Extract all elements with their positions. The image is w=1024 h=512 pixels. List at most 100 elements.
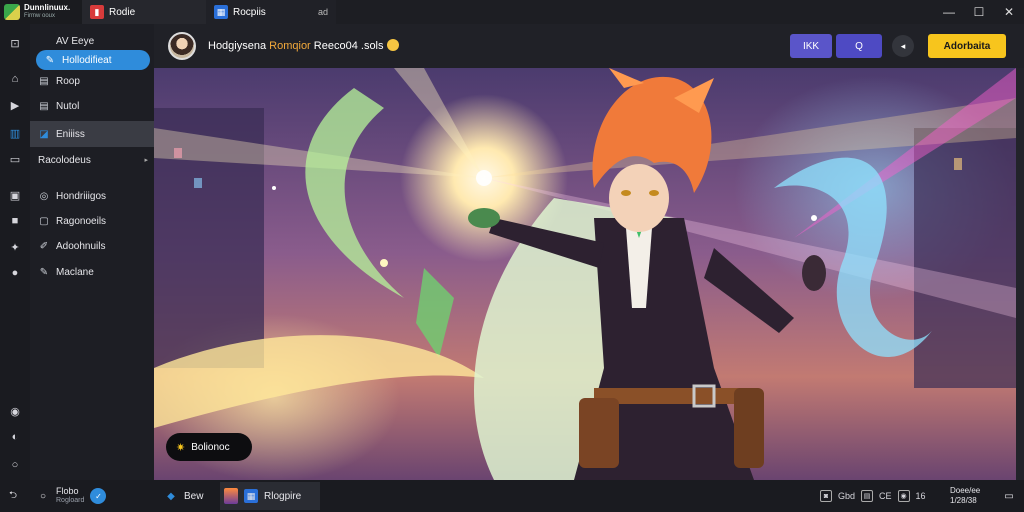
taskbar-app-rlogpire[interactable]: ▦ Rlogpire bbox=[220, 482, 320, 510]
sidebar-item-roop[interactable]: ▤ Roop bbox=[30, 70, 154, 92]
taskbar-user-name: Flobo bbox=[56, 486, 79, 496]
sidebar-item-maclane[interactable]: ✎ Maclane bbox=[30, 261, 154, 283]
user-status: Reeco04 .sols bbox=[313, 40, 384, 52]
username[interactable]: Hodgiysena bbox=[208, 40, 266, 52]
taskbar: ⮌ ○ Flobo Rogloard ✓ ◆ Bew ▦ Rlogpire ◙ … bbox=[0, 480, 1024, 512]
gamepad-icon[interactable]: ◉ bbox=[8, 404, 22, 418]
app-window: Dunnlinuux. Firmw ooux ▮ Rodie ▦ Rocpiis… bbox=[0, 0, 1024, 512]
discord-icon[interactable]: ◐ bbox=[8, 430, 22, 444]
clock-time: Doee/ee bbox=[950, 486, 981, 495]
sidebar-item-racolodeus[interactable]: Racolodeus ▸ bbox=[30, 149, 154, 171]
icon-rail: ⊡ ⌂ ▶ ▥ ▭ ▣ ■ ✦ ● ◉ ◐ ○ bbox=[0, 24, 30, 480]
title-bar: Dunnlinuux. Firmw ooux ▮ Rodie ▦ Rocpiis… bbox=[0, 0, 1024, 24]
taskbar-user-sub: Rogloard bbox=[56, 497, 85, 504]
user-tag: Romqior bbox=[269, 40, 311, 52]
play-icon: ▤ bbox=[39, 100, 49, 112]
lock-icon[interactable]: ■ bbox=[8, 214, 22, 228]
taskbar-app-label: Rlogpire bbox=[264, 490, 302, 502]
screen-icon[interactable]: ⊡ bbox=[8, 36, 22, 50]
taskbar-user[interactable]: ○ Flobo Rogloard ✓ bbox=[36, 480, 107, 512]
back-circle-button[interactable]: ◂ bbox=[892, 35, 914, 57]
taskbar-app-bew[interactable]: ◆ Bew bbox=[164, 480, 203, 512]
brand-title: Dunnlinuux. Firmw ooux bbox=[24, 4, 70, 20]
sidebar: AV Eeye ✎ Hollodifieat ▤ Roop ▤ Nutol ◪ … bbox=[30, 24, 154, 480]
pen-icon: ✐ bbox=[39, 240, 49, 252]
sidebar-item-label: Maclane bbox=[56, 266, 94, 278]
play-icon[interactable]: ▶ bbox=[8, 98, 22, 112]
tab-label: Rocpiis bbox=[233, 6, 266, 18]
close-icon[interactable]: ✕ bbox=[994, 0, 1024, 24]
taskbar-app-label: Bew bbox=[184, 490, 204, 502]
avatar[interactable] bbox=[168, 32, 196, 60]
sidebar-item-eniiiss[interactable]: ◪ Eniiiss bbox=[30, 121, 154, 147]
message-icon: ▢ bbox=[39, 215, 49, 227]
tab-label: Rodie bbox=[109, 6, 136, 18]
ai-icon bbox=[38, 35, 50, 47]
primary-cta-button[interactable]: Adorbaita bbox=[928, 34, 1006, 58]
blue-app-icon: ▦ bbox=[214, 5, 228, 19]
brand[interactable]: Dunnlinuux. Firmw ooux bbox=[0, 0, 82, 24]
chat-icon: ◎ bbox=[39, 190, 49, 202]
notification-icon[interactable]: ▭ bbox=[1002, 480, 1016, 512]
system-tray: ◙ Gbd ▤ CE ◉ 16 bbox=[820, 480, 926, 512]
scrollbar[interactable] bbox=[1016, 68, 1024, 480]
taskbar-user-text: Flobo Rogloard bbox=[56, 487, 84, 505]
chat-icon[interactable]: ▣ bbox=[8, 188, 22, 202]
pencil-icon: ✎ bbox=[39, 266, 49, 278]
sidebar-item-label: Eniiiss bbox=[56, 128, 85, 140]
maximize-icon[interactable]: ☐ bbox=[964, 0, 994, 24]
folder-icon[interactable]: ▭ bbox=[8, 152, 22, 166]
tools-icon[interactable]: ✦ bbox=[8, 240, 22, 254]
tab-close-icon[interactable]: ad bbox=[318, 7, 328, 17]
clock[interactable]: Doee/ee 1/28/38 bbox=[950, 486, 980, 506]
tab-rodie[interactable]: ▮ Rodie bbox=[82, 0, 206, 24]
tray-info-icon[interactable]: ◉ bbox=[897, 490, 910, 502]
tab-rocpiis[interactable]: ▦ Rocpiis ad bbox=[206, 0, 336, 24]
sidebar-item-adoohnuils[interactable]: ✐ Adoohnuils bbox=[30, 235, 154, 257]
search-button[interactable]: Q bbox=[836, 34, 882, 58]
user-line: Hodgiysena Romqior Reeco04 .sols bbox=[208, 39, 399, 52]
library-icon[interactable]: ▥ bbox=[8, 126, 22, 140]
sidebar-item-label: Nutol bbox=[56, 100, 80, 112]
sidebar-item-nutol[interactable]: ▤ Nutol bbox=[30, 95, 154, 117]
sidebar-item-label: Racolodeus bbox=[38, 154, 91, 166]
settings-circle-icon[interactable]: ○ bbox=[8, 458, 22, 472]
emoji-icon bbox=[386, 39, 399, 51]
tray-label: 16 bbox=[915, 491, 926, 501]
window-controls: — ☐ ✕ bbox=[934, 0, 1024, 24]
brand-logo-icon bbox=[4, 4, 20, 20]
home-icon: ▤ bbox=[39, 75, 49, 87]
tray-label: Gbd bbox=[838, 491, 856, 501]
content-header: Hodgiysena Romqior Reeco04 .sols IKK Q ◂… bbox=[154, 24, 1024, 68]
feature-badge[interactable]: ✷ Bolionoc bbox=[166, 433, 252, 461]
game-thumbnail-icon bbox=[224, 488, 238, 504]
tray-camera-icon[interactable]: ◙ bbox=[820, 490, 832, 502]
sidebar-item-ai-eeye[interactable]: AV Eeye bbox=[30, 30, 154, 52]
sidebar-item-hondriiigos[interactable]: ◎ Hondriiigos bbox=[30, 185, 154, 207]
back-icon[interactable]: ⮌ bbox=[6, 480, 20, 512]
blue-app-icon: ▦ bbox=[244, 489, 258, 503]
edit-icon: ✎ bbox=[45, 54, 55, 66]
sparkle-icon: ✷ bbox=[176, 441, 186, 454]
sidebar-item-ragonoeils[interactable]: ▢ Ragonoeils bbox=[30, 210, 154, 232]
badge-label: Bolionoc bbox=[191, 441, 230, 453]
grid-icon: ◪ bbox=[39, 128, 49, 140]
action-button-1[interactable]: IKK bbox=[790, 34, 832, 58]
hero-illustration bbox=[154, 68, 1016, 480]
cloud-icon: ◆ bbox=[167, 490, 175, 502]
minimize-icon[interactable]: — bbox=[934, 0, 964, 24]
block-icon[interactable]: ● bbox=[8, 266, 22, 280]
sidebar-item-label: Hondriiigos bbox=[56, 190, 107, 202]
home-icon[interactable]: ⌂ bbox=[8, 72, 22, 86]
verified-icon: ✓ bbox=[90, 488, 107, 504]
clock-date: 1/28/38 bbox=[950, 496, 977, 505]
sidebar-item-hollodifieat[interactable]: ✎ Hollodifieat bbox=[36, 50, 150, 70]
sidebar-item-label: Ragonoeils bbox=[56, 215, 107, 227]
hero-artwork: ✷ Bolionoc bbox=[154, 68, 1016, 480]
tray-chat-icon[interactable]: ▤ bbox=[861, 490, 874, 502]
red-app-icon: ▮ bbox=[90, 5, 104, 19]
brand-title-text: Dunnlinuux. bbox=[24, 3, 71, 12]
caret-right-icon: ▸ bbox=[144, 157, 148, 164]
brand-subtitle: Firmw ooux bbox=[24, 13, 56, 19]
sidebar-item-label: Roop bbox=[56, 75, 80, 87]
